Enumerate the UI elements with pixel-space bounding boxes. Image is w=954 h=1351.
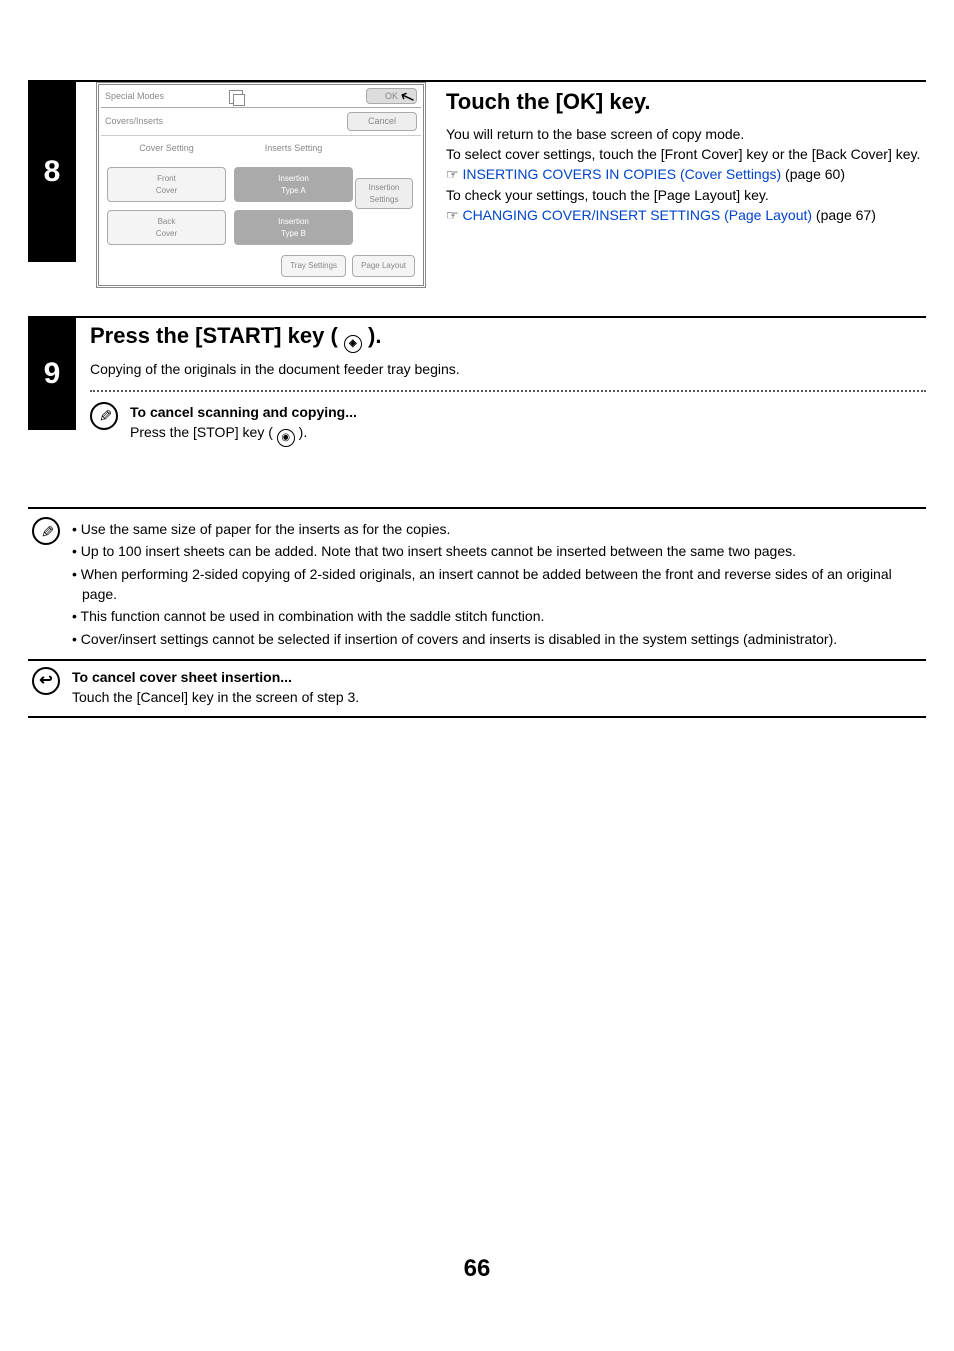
start-key-icon: ◈ <box>344 335 362 353</box>
page-layout-button[interactable]: Page Layout <box>352 255 415 277</box>
insertion-type-a-button[interactable]: Insertion Type A <box>234 167 353 202</box>
cancel-cover-heading: To cancel cover sheet insertion... <box>72 669 292 685</box>
link-changing-cover[interactable]: CHANGING COVER/INSERT SETTINGS (Page Lay… <box>462 207 812 223</box>
insertion-type-b-button[interactable]: Insertion Type B <box>234 210 353 245</box>
stop-key-icon: ◉ <box>277 429 295 447</box>
tray-settings-button[interactable]: Tray Settings <box>281 255 346 277</box>
back-icon <box>32 667 60 695</box>
back-cover-button[interactable]: Back Cover <box>107 210 226 245</box>
info-list: Use the same size of paper for the inser… <box>72 519 922 649</box>
step-number: 9 <box>28 318 76 430</box>
dialog-title: Special Modes <box>105 90 229 103</box>
tray-icon <box>229 90 243 104</box>
step-number: 8 <box>28 82 76 262</box>
page-number: 66 <box>0 1252 954 1287</box>
insertion-settings-button[interactable]: Insertion Settings <box>355 178 413 209</box>
cancel-scan-text: Press the [STOP] key ( ◉ ). <box>130 422 357 447</box>
front-cover-button[interactable]: Front Cover <box>107 167 226 202</box>
inserts-setting-label: Inserts Setting <box>234 142 353 155</box>
dialog-subtitle: Covers/Inserts <box>105 115 163 128</box>
step8-title: Touch the [OK] key. <box>446 86 926 118</box>
cancel-scan-heading: To cancel scanning and copying... <box>130 404 357 420</box>
step8-p2: To select cover settings, touch the [Fro… <box>446 144 926 164</box>
cover-setting-label: Cover Setting <box>107 142 226 155</box>
info-note-icon <box>32 517 60 545</box>
cancel-cover-text: Touch the [Cancel] key in the screen of … <box>72 687 359 707</box>
step9-title: Press the [START] key ( ◈ ). <box>90 320 926 353</box>
dialog-mock: Special Modes OK ↖ Covers/Inserts Cancel… <box>96 82 426 288</box>
link-inserting-covers[interactable]: INSERTING COVERS IN COPIES (Cover Settin… <box>462 166 781 182</box>
step8-p1: You will return to the base screen of co… <box>446 124 926 144</box>
note-icon <box>90 402 118 430</box>
step8-p3: To check your settings, touch the [Page … <box>446 185 926 205</box>
cancel-button[interactable]: Cancel <box>347 112 417 131</box>
step9-p1: Copying of the originals in the document… <box>90 359 926 379</box>
